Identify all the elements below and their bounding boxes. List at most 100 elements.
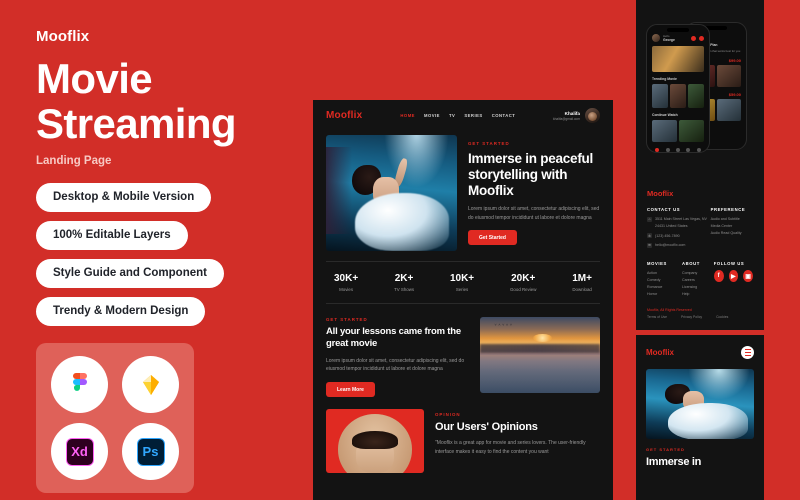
footer-link[interactable]: Help bbox=[682, 291, 714, 298]
nav-item-series[interactable]: SERIES bbox=[464, 113, 482, 118]
adobe-xd-label: Xd bbox=[65, 437, 94, 466]
nav-item-tv[interactable]: TV bbox=[449, 113, 455, 118]
nav-item-movie[interactable]: MOVIE bbox=[424, 113, 440, 118]
youtube-icon[interactable]: ▶ bbox=[728, 270, 739, 283]
learn-more-button[interactable]: Learn More bbox=[326, 382, 375, 398]
feature-pill: Trendy & Modern Design bbox=[36, 297, 206, 327]
footer-phone-row[interactable]: ✆ (123) 456-7890 bbox=[647, 233, 711, 240]
footer-link[interactable]: Horror bbox=[647, 291, 682, 298]
footer-link[interactable]: Licensing bbox=[682, 284, 714, 291]
legal-link[interactable]: Privacy Policy bbox=[681, 315, 702, 319]
section-title-continue: Continue Watch bbox=[652, 113, 678, 117]
movie-thumb[interactable] bbox=[652, 84, 668, 108]
lessons-paragraph: Lorem ipsum dolor sit amet, consectetur … bbox=[326, 357, 465, 373]
tab-home-icon[interactable] bbox=[655, 148, 660, 152]
movie-thumb[interactable] bbox=[688, 84, 704, 108]
lessons-copy: GET STARTED All your lessons came from t… bbox=[326, 317, 469, 398]
get-started-button[interactable]: Get Started bbox=[468, 230, 517, 246]
tab-search-icon[interactable] bbox=[665, 148, 670, 152]
feature-pill: Desktop & Mobile Version bbox=[36, 183, 212, 213]
facebook-icon[interactable]: f bbox=[713, 270, 724, 283]
mobile-hero-image bbox=[646, 369, 754, 439]
movie-thumb[interactable] bbox=[670, 84, 686, 108]
footer-link[interactable]: Romance bbox=[647, 284, 682, 291]
legal-link[interactable]: Terms of Use bbox=[647, 315, 667, 319]
stat-item: 30K+ Movies bbox=[334, 273, 358, 292]
lessons-section: GET STARTED All your lessons came from t… bbox=[313, 304, 613, 398]
footer-contact-column: CONTACT US ⌂ 3511 Main Street Las Vegas,… bbox=[647, 207, 711, 252]
profile-menu[interactable]: Khalifa khalifa@gmail.com bbox=[553, 108, 600, 123]
nav-item-contact[interactable]: CONTACT bbox=[492, 113, 516, 118]
footer-link[interactable]: Company bbox=[682, 270, 714, 277]
sunset-image: ˅˄˅˄˅ bbox=[480, 317, 600, 393]
nav-item-home[interactable]: HOME bbox=[400, 113, 415, 118]
footer-link[interactable]: Action bbox=[647, 270, 682, 277]
brand-name: Mooflix bbox=[36, 28, 90, 45]
footer-link[interactable]: Careers bbox=[682, 277, 714, 284]
photoshop-label: Ps bbox=[136, 437, 165, 466]
footer-address: 3511 Main Street Las Vegas, NV 24431 Uni… bbox=[655, 217, 707, 228]
movie-thumb[interactable] bbox=[652, 120, 677, 142]
sketch-icon bbox=[122, 356, 179, 414]
location-pin-icon: ⌂ bbox=[647, 216, 652, 222]
footer-link[interactable]: Audio Read Quality bbox=[711, 230, 753, 237]
stats-bar: 30K+ Movies 2K+ TV Shows 10K+ Series 20K… bbox=[326, 261, 600, 304]
footer-movies-column: MOVIES Action Comedy Romance Horror bbox=[647, 261, 682, 297]
section-title-trending: Trending Movie bbox=[652, 77, 677, 81]
tool-icons-card: Xd Ps bbox=[36, 343, 194, 494]
legal-link[interactable]: Cookies bbox=[716, 315, 728, 319]
footer-link[interactable]: Audio and Subtitle bbox=[711, 216, 753, 223]
opinions-section: OPINION Our Users' Opinions "Mooflix is … bbox=[313, 397, 613, 474]
opinion-quote: "Mooflix is a great app for movie and se… bbox=[435, 440, 586, 456]
feature-pill: 100% Editable Layers bbox=[36, 221, 188, 251]
opinions-copy: OPINION Our Users' Opinions "Mooflix is … bbox=[435, 409, 600, 473]
footer-phone: (123) 456-7890 bbox=[655, 233, 680, 238]
tab-downloads-icon[interactable] bbox=[686, 148, 691, 152]
footer-top-row: CONTACT US ⌂ 3511 Main Street Las Vegas,… bbox=[647, 207, 753, 252]
envelope-icon: ✉ bbox=[647, 242, 652, 248]
profile-email: khalifa@gmail.com bbox=[553, 116, 580, 121]
search-icon[interactable] bbox=[699, 35, 704, 41]
notification-icon[interactable] bbox=[691, 35, 696, 41]
mobile-logo[interactable]: Mooflix bbox=[646, 348, 674, 357]
birds-decor: ˅˄˅˄˅ bbox=[494, 321, 514, 327]
adobe-xd-icon: Xd bbox=[51, 423, 108, 481]
footer-follow-column: FOLLOW US f ▶ ▣ bbox=[713, 261, 753, 297]
stat-value: 2K+ bbox=[394, 273, 414, 284]
figma-icon bbox=[51, 356, 108, 414]
feature-pill-list: Desktop & Mobile Version 100% Editable L… bbox=[36, 183, 313, 327]
stat-item: 10K+ Series bbox=[450, 273, 474, 292]
opinion-portrait-image bbox=[326, 409, 424, 474]
instagram-icon[interactable]: ▣ bbox=[743, 270, 753, 283]
desktop-navbar: Mooflix HOME MOVIE TV SERIES CONTACT Kha… bbox=[313, 100, 613, 131]
avatar[interactable] bbox=[652, 34, 660, 42]
footer-email-row[interactable]: ✉ hello@mooflix.com bbox=[647, 242, 711, 249]
footer-link[interactable]: Media Center bbox=[711, 223, 753, 230]
mobile-eyebrow: GET STARTED bbox=[646, 447, 685, 452]
stat-label: TV Shows bbox=[394, 287, 415, 292]
desktop-mockup: Mooflix HOME MOVIE TV SERIES CONTACT Kha… bbox=[313, 100, 613, 500]
stat-label: Movies bbox=[339, 287, 354, 292]
footer-preference-title: PREFERENCE bbox=[710, 207, 746, 212]
tab-profile-icon[interactable] bbox=[696, 148, 701, 152]
stat-item: 2K+ TV Shows bbox=[394, 273, 414, 292]
phone-home-screen: Hello George Trending Movie Continue Wat… bbox=[646, 24, 710, 153]
stat-value: 10K+ bbox=[449, 273, 475, 284]
hero-eyebrow: GET STARTED bbox=[468, 141, 510, 146]
hero-heading: Immerse in peaceful storytelling with Mo… bbox=[468, 151, 594, 198]
footer-logo[interactable]: Mooflix bbox=[647, 189, 753, 198]
hero-section: GET STARTED Immerse in peaceful storytel… bbox=[313, 131, 613, 251]
stat-label: Good Review bbox=[510, 287, 537, 292]
desktop-logo[interactable]: Mooflix bbox=[326, 110, 362, 121]
footer-follow-title: FOLLOW US bbox=[713, 261, 745, 267]
lessons-heading: All your lessons came from the great mov… bbox=[326, 326, 461, 350]
featured-banner[interactable] bbox=[652, 46, 704, 72]
avatar[interactable] bbox=[585, 108, 600, 123]
tab-library-icon[interactable] bbox=[675, 148, 680, 152]
movie-thumb[interactable] bbox=[679, 120, 704, 142]
hamburger-menu-icon[interactable] bbox=[741, 346, 754, 359]
footer-link[interactable]: Comedy bbox=[647, 277, 682, 284]
footer-contact-title: CONTACT US bbox=[647, 207, 681, 212]
hero-paragraph: Lorem ipsum dolor sit amet, consectetur … bbox=[468, 205, 600, 221]
headline-line-1: Movie bbox=[36, 55, 153, 102]
